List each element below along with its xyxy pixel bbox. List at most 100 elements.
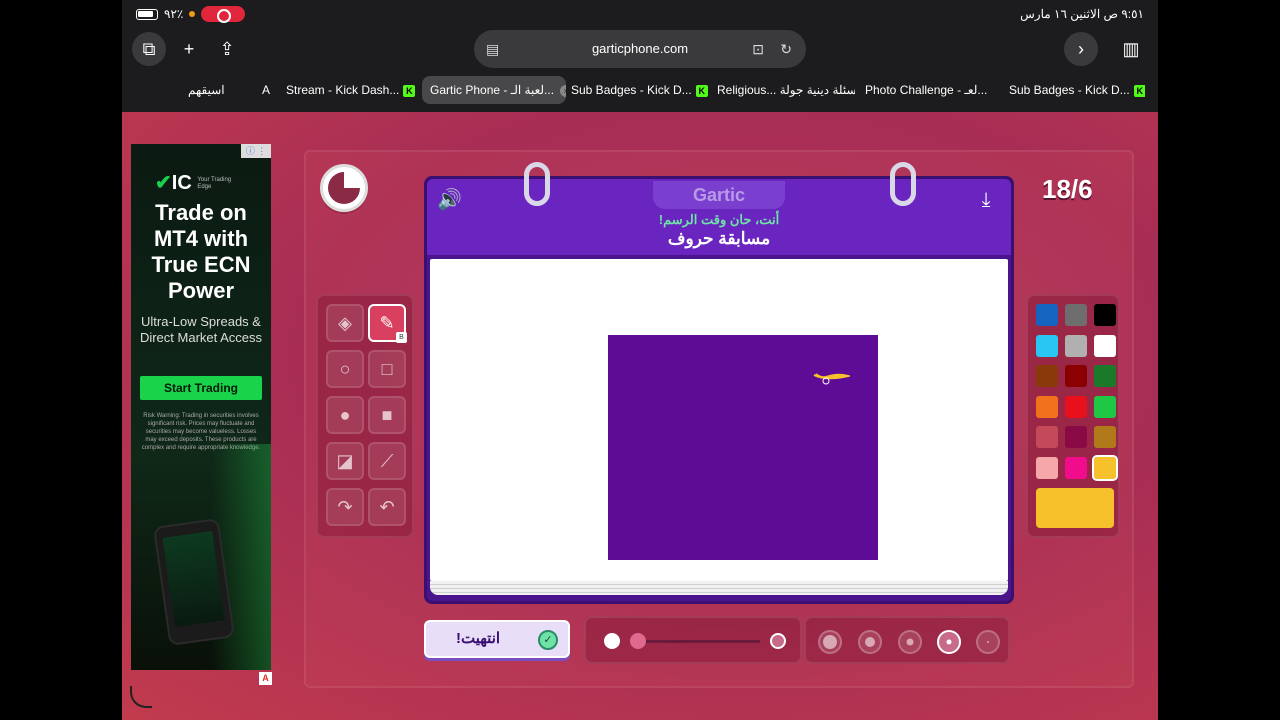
url-text: garticphone.com <box>591 41 689 56</box>
tool-panel: ◈ ✎ B ○ □ ● ■ ◪ ⟋ ↷ ↶ <box>316 294 414 538</box>
drawing-prompt: مسابقة حروف <box>667 229 771 248</box>
status-bar: ٩٢٪ ٩:٥١ ص الاثنين ١٦ مارس <box>122 0 1158 28</box>
privacy-dot-icon <box>189 11 196 17</box>
tab-3[interactable]: Sub Badges - Kick D... K <box>563 76 709 104</box>
yellow-stroke <box>813 373 850 385</box>
opacity-end-dot <box>770 633 786 649</box>
pen-shortcut: B <box>396 332 407 343</box>
tab-2-active[interactable]: Gartic Phone - لعبة الـ...× <box>422 76 566 104</box>
ad-headline: Trade on MT4 with True ECN Power <box>151 200 251 303</box>
color-swatch[interactable] <box>1094 365 1116 387</box>
brush-size-3[interactable] <box>898 630 922 654</box>
color-swatch[interactable] <box>1094 304 1116 326</box>
tab-4[interactable]: Religious... أسئلة دينية جولة <box>709 76 855 104</box>
rectangle-fill-tool-icon[interactable]: ■ <box>368 396 406 434</box>
notebook-header: Gartic 🔊 ⤓ أنت، حان وقت الرسم! مسابقة حر… <box>427 179 1011 255</box>
opacity-white-dot <box>604 633 620 649</box>
battery-level: ٩٢٪ <box>164 7 184 21</box>
browser-toolbar: ⧉ + ⇪ ▤ garticphone.com ⊡ ↻ › ▥ <box>122 28 1158 70</box>
kick-icon: K <box>1133 84 1145 97</box>
ad-start-trading-button[interactable]: Start Trading <box>140 376 262 400</box>
page-menu-icon[interactable]: ▤ <box>486 30 499 68</box>
eraser-tool-icon[interactable]: ◈ <box>326 304 364 342</box>
undo-icon[interactable]: ↶ <box>368 488 406 526</box>
share-icon[interactable]: ⇪ <box>210 32 244 66</box>
sound-icon[interactable]: 🔊 <box>437 187 463 213</box>
color-swatch[interactable] <box>1065 304 1087 326</box>
color-swatch[interactable] <box>1036 365 1058 387</box>
timer-icon <box>320 164 368 212</box>
drawing-canvas[interactable] <box>430 259 1008 581</box>
tab-6[interactable]: Sub Badges - Kick D... K <box>1001 76 1145 104</box>
color-swatch[interactable] <box>1065 456 1087 479</box>
brush-size-5[interactable] <box>976 630 1000 654</box>
ad-subtext: Ultra-Low Spreads & Direct Market Access <box>139 314 263 345</box>
color-swatch[interactable] <box>1036 304 1058 326</box>
tab-label: اسيقهم <box>188 83 225 97</box>
opacity-handle[interactable] <box>630 633 646 649</box>
tabs-overview-icon[interactable]: ⧉ <box>132 32 166 66</box>
color-swatch[interactable] <box>1036 426 1058 448</box>
current-color-swatch <box>1036 488 1114 528</box>
color-swatch[interactable] <box>1094 426 1116 448</box>
status-time-date: ٩:٥١ ص الاثنين ١٦ مارس <box>1020 7 1144 21</box>
color-palette <box>1026 294 1120 538</box>
color-swatch[interactable] <box>1065 395 1087 418</box>
advertisement-banner[interactable]: ⓘ ⋮ ✔IC Your Trading Edge Trade on MT4 w… <box>131 144 271 670</box>
brush-size-2[interactable] <box>858 630 882 654</box>
binder-ring-left <box>524 162 550 206</box>
extension-icon[interactable]: ⊡ <box>752 30 764 68</box>
tab-0[interactable]: اسيقهم A <box>128 76 278 104</box>
pen-tool-icon[interactable]: ✎ B <box>368 304 407 343</box>
brush-size-1[interactable] <box>818 630 842 654</box>
done-button[interactable]: انتهيت! ✓ <box>424 620 570 658</box>
kick-icon: K <box>403 84 416 97</box>
color-swatch[interactable] <box>1065 365 1087 387</box>
screen-record-icon[interactable] <box>201 6 246 23</box>
tab-5[interactable]: Photo Challenge - لعـ... <box>857 76 1001 104</box>
brush-size-4-selected[interactable] <box>937 630 961 654</box>
color-swatch[interactable] <box>1036 456 1058 479</box>
line-tool-icon[interactable]: ⟋ <box>368 442 406 480</box>
color-swatch[interactable] <box>1092 454 1118 481</box>
ad-marker-icon: A <box>259 672 272 685</box>
reload-icon[interactable]: ↻ <box>780 30 792 68</box>
color-swatch[interactable] <box>1036 334 1058 357</box>
opacity-track[interactable] <box>630 640 760 643</box>
filled-purple-area[interactable] <box>608 335 878 560</box>
color-swatch[interactable] <box>1094 395 1116 418</box>
ipad-screen: ٩٢٪ ٩:٥١ ص الاثنين ١٦ مارس ⧉ + ⇪ ▤ garti… <box>0 0 1280 720</box>
gartic-page: ⓘ ⋮ ✔IC Your Trading Edge Trade on MT4 w… <box>122 112 1158 720</box>
tab-label: Sub Badges - Kick D... <box>571 83 692 97</box>
battery-icon <box>136 8 158 20</box>
ellipse-outline-tool-icon[interactable]: ○ <box>326 350 364 388</box>
tab-label: Gartic Phone - لعبة الـ... <box>430 83 555 97</box>
color-swatch[interactable] <box>1036 395 1058 418</box>
tab-favicon: A <box>261 83 270 97</box>
fill-bucket-tool-icon[interactable]: ◪ <box>326 442 364 480</box>
notebook-pages <box>430 581 1008 595</box>
done-label: انتهيت! <box>456 630 501 647</box>
round-counter: 18/6 <box>1042 174 1093 204</box>
brush-size-selector <box>804 616 1010 664</box>
tab-1[interactable]: Stream - Kick Dash... K <box>278 76 422 104</box>
sidebar-icon[interactable]: ▥ <box>1114 32 1148 66</box>
download-icon[interactable]: ⤓ <box>973 187 999 213</box>
status-left: ٩٢٪ <box>136 6 246 23</box>
instruction-text: أنت، حان وقت الرسم! <box>658 212 780 227</box>
color-swatch[interactable] <box>1094 334 1116 357</box>
opacity-slider[interactable] <box>584 616 802 664</box>
tab-label: Stream - Kick Dash... <box>286 83 400 97</box>
ellipse-fill-tool-icon[interactable]: ● <box>326 396 364 434</box>
binder-ring-right <box>890 162 916 206</box>
color-swatch[interactable] <box>1065 334 1087 357</box>
redo-icon[interactable]: ↷ <box>326 488 364 526</box>
forward-icon[interactable]: › <box>1064 32 1098 66</box>
color-swatch[interactable] <box>1065 426 1087 448</box>
tab-label: Religious... أسئلة دينية جولة <box>717 83 855 97</box>
kick-icon: K <box>695 84 708 97</box>
adchoices-icon[interactable]: ⓘ ⋮ <box>241 144 271 158</box>
rectangle-outline-tool-icon[interactable]: □ <box>368 350 406 388</box>
new-tab-icon[interactable]: + <box>172 32 206 66</box>
address-bar[interactable]: ▤ garticphone.com ⊡ ↻ <box>474 30 806 68</box>
